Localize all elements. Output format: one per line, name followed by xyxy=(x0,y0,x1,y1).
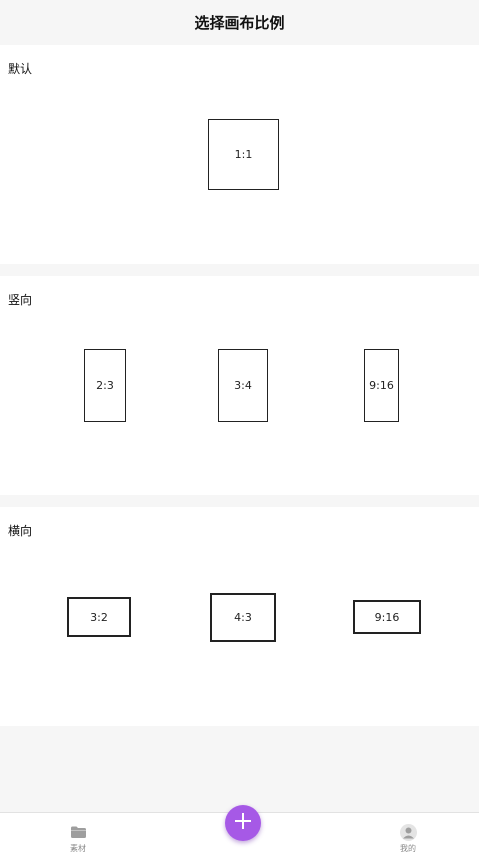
tab-material[interactable]: 素材 xyxy=(48,813,108,856)
ratio-option-1-1[interactable]: 1:1 xyxy=(208,119,279,190)
tab-label-material: 素材 xyxy=(70,844,86,853)
folder-icon xyxy=(69,823,87,841)
header-bar: 选择画布比例 xyxy=(0,0,479,44)
tab-label-mine: 我的 xyxy=(400,844,416,853)
page-title: 选择画布比例 xyxy=(194,13,285,32)
ratio-option-3-4[interactable]: 3:4 xyxy=(218,349,268,422)
section-landscape: 横向 3:2 4:3 9:16 xyxy=(0,507,479,726)
add-button[interactable] xyxy=(225,805,261,841)
ratio-option-4-3[interactable]: 4:3 xyxy=(210,593,276,642)
plus-icon xyxy=(234,812,252,834)
section-portrait: 竖向 2:3 3:4 9:16 xyxy=(0,276,479,495)
ratio-option-2-3[interactable]: 2:3 xyxy=(84,349,126,422)
section-label-default: 默认 xyxy=(8,62,33,76)
section-default: 默认 1:1 xyxy=(0,45,479,264)
ratio-option-9-16-portrait[interactable]: 9:16 xyxy=(364,349,399,422)
section-label-portrait: 竖向 xyxy=(8,293,33,307)
tab-mine[interactable]: 我的 xyxy=(378,813,438,856)
section-label-landscape: 横向 xyxy=(8,524,33,538)
user-icon xyxy=(399,823,417,841)
ratio-option-9-16-landscape[interactable]: 9:16 xyxy=(353,600,421,634)
ratio-option-3-2[interactable]: 3:2 xyxy=(67,597,131,637)
